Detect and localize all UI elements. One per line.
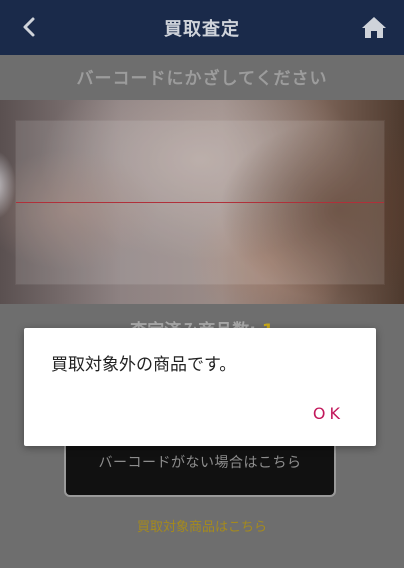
camera-glare bbox=[0, 150, 16, 220]
alert-dialog: 買取対象外の商品です。 OK bbox=[24, 328, 376, 446]
home-button[interactable] bbox=[358, 11, 390, 43]
scan-frame bbox=[16, 121, 384, 284]
back-button[interactable] bbox=[14, 12, 44, 42]
no-barcode-button-label: バーコードがない場合はこちら bbox=[98, 455, 302, 471]
scan-line bbox=[16, 202, 384, 203]
ok-button[interactable]: OK bbox=[313, 404, 344, 423]
scan-instruction: バーコードにかざしてください bbox=[76, 69, 328, 89]
chevron-left-icon bbox=[23, 17, 35, 37]
dialog-message: 買取対象外の商品です。 bbox=[51, 355, 237, 375]
eligible-items-link[interactable]: 買取対象商品はこちら bbox=[0, 516, 404, 535]
page-title: 買取査定 bbox=[164, 18, 240, 40]
camera-preview bbox=[0, 100, 404, 304]
home-icon bbox=[362, 17, 386, 38]
app-header: 買取査定 bbox=[0, 0, 404, 55]
